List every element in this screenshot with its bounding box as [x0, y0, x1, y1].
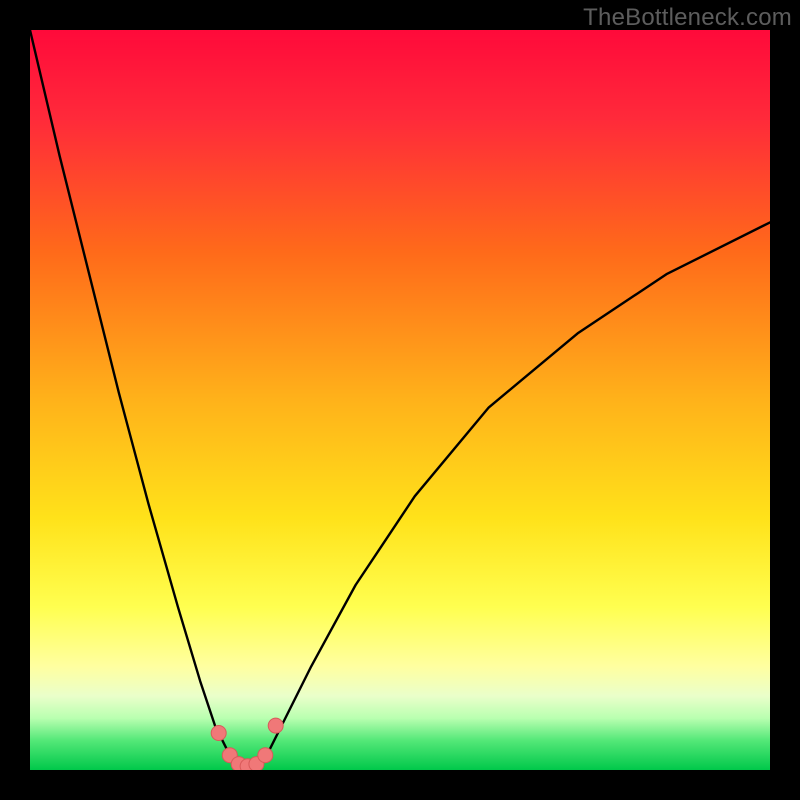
watermark-label: TheBottleneck.com — [583, 4, 792, 32]
trough-marker — [258, 748, 273, 763]
chart-frame — [30, 30, 770, 770]
gradient-background — [30, 30, 770, 770]
bottleneck-chart — [30, 30, 770, 770]
trough-marker — [268, 718, 283, 733]
trough-marker — [211, 726, 226, 741]
